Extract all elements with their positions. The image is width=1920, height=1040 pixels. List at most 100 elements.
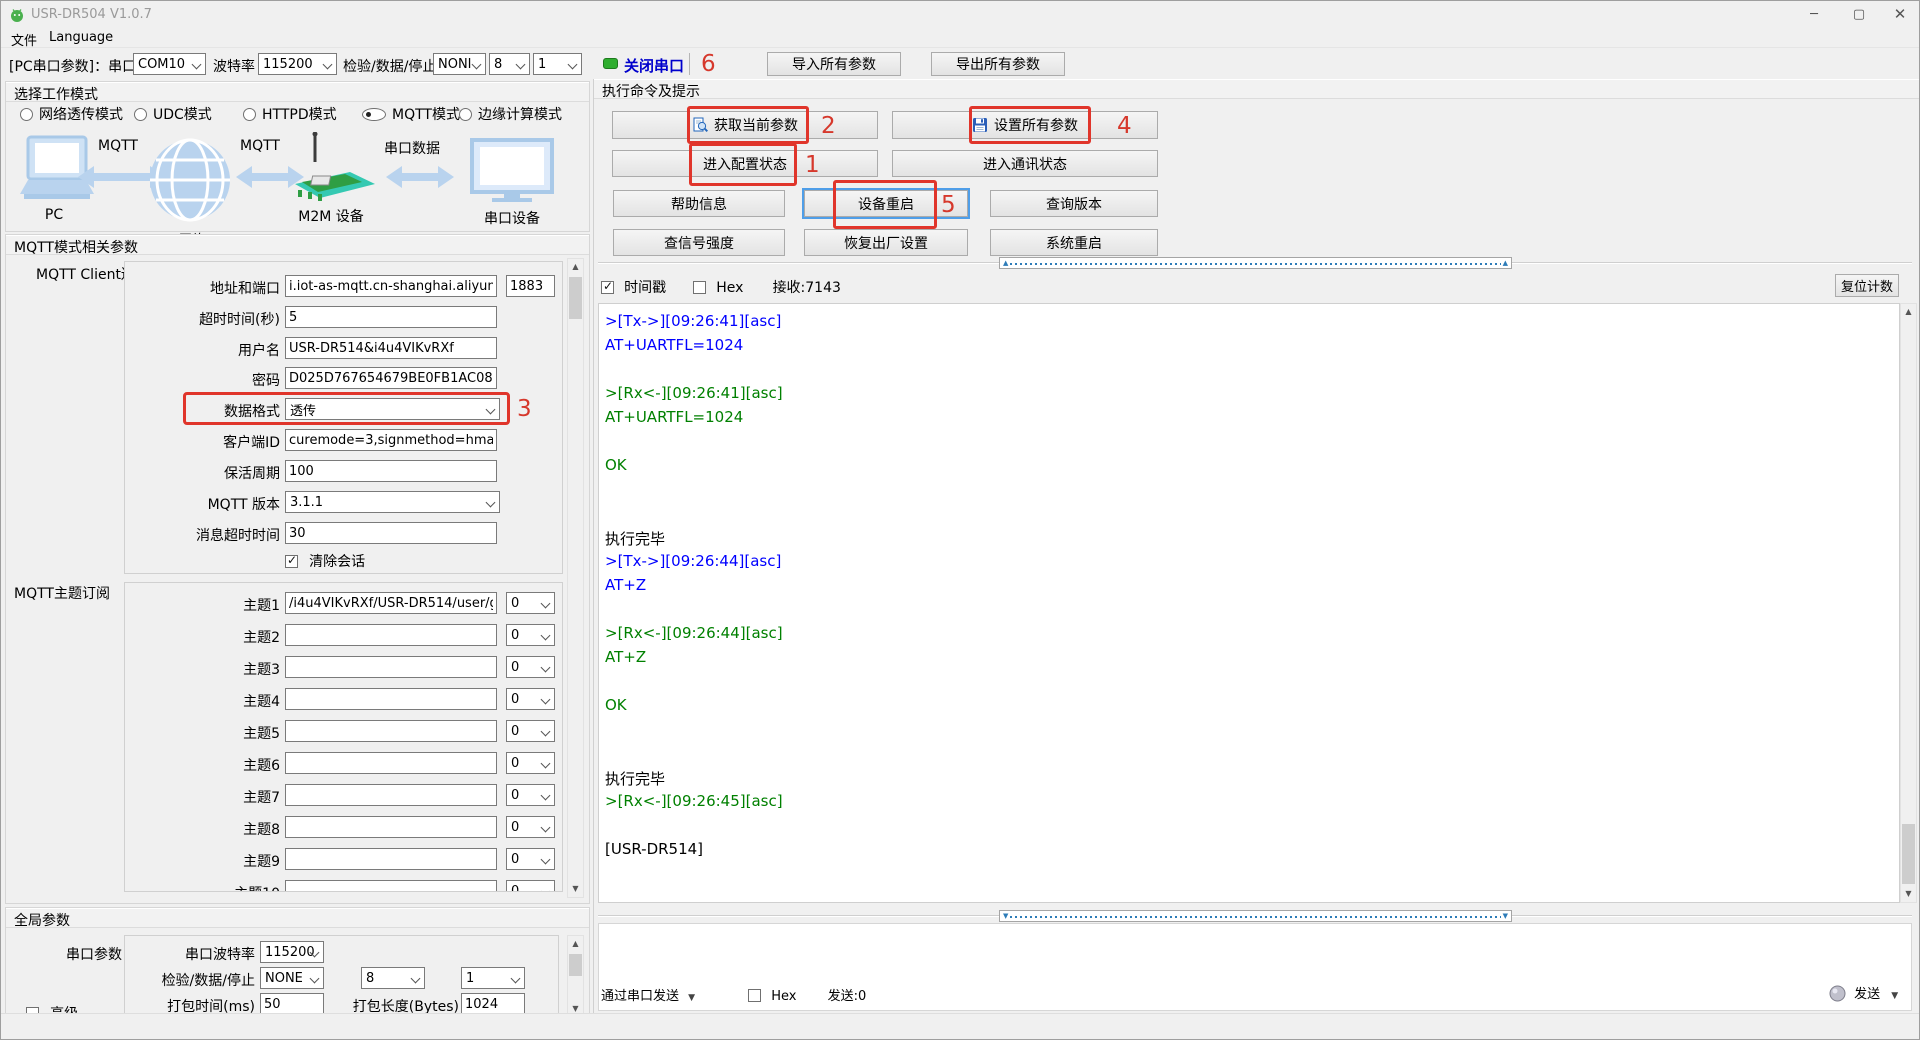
topic-input[interactable] xyxy=(285,880,497,891)
topic-qos-select[interactable]: 0 xyxy=(506,720,555,742)
global-parity-select[interactable]: NONE xyxy=(260,967,324,989)
scroll-left-icon[interactable]: ▲ xyxy=(1003,259,1008,267)
topic-qos-select[interactable]: 0 xyxy=(506,784,555,806)
scrollbar-thumb[interactable] xyxy=(1902,824,1915,884)
scroll-right-icon[interactable]: ▼ xyxy=(1503,912,1508,920)
workmode-option-1[interactable]: 网络透传模式 xyxy=(20,104,123,124)
help-info-button[interactable]: 帮助信息 xyxy=(613,190,785,217)
scrollbar-thumb[interactable] xyxy=(569,277,582,319)
close-button[interactable]: ✕ xyxy=(1883,1,1917,28)
topic-qos-value: 0 xyxy=(511,659,520,675)
chevron-down-icon[interactable]: ▼ xyxy=(1891,991,1898,1001)
send-via-dropdown[interactable]: 通过串口发送 xyxy=(601,989,679,1004)
rx-hex-checkbox[interactable] xyxy=(693,281,707,294)
scroll-up-icon[interactable]: ▲ xyxy=(568,936,583,952)
factory-reset-button[interactable]: 恢复出厂设置 xyxy=(804,229,968,256)
button-label: 系统重启 xyxy=(1046,235,1102,252)
minimize-button[interactable]: ─ xyxy=(1797,1,1831,28)
topic-qos-select[interactable]: 0 xyxy=(506,688,555,710)
data-format-select[interactable]: 透传 xyxy=(285,398,500,420)
reset-count-button[interactable]: 复位计数 xyxy=(1835,274,1899,297)
password-input[interactable] xyxy=(285,367,497,389)
com-port-select[interactable]: COM10 xyxy=(133,53,206,75)
enter-comm-mode-button[interactable]: 进入通讯状态 xyxy=(892,150,1158,177)
mqtt-port-input[interactable] xyxy=(506,275,555,297)
log-top-scrollbar[interactable]: ▲ ▲ xyxy=(999,257,1512,269)
device-restart-button[interactable]: 设备重启 5 xyxy=(804,180,968,229)
import-params-button[interactable]: 导入所有参数 xyxy=(767,52,901,76)
topic-qos-select[interactable]: 0 xyxy=(506,624,555,646)
timeout-input[interactable] xyxy=(285,306,497,328)
chevron-down-icon xyxy=(540,726,551,737)
maximize-button[interactable]: ▢ xyxy=(1842,1,1876,28)
topic-input[interactable] xyxy=(285,816,497,838)
username-input[interactable] xyxy=(285,337,497,359)
mqtt-panel-scrollbar[interactable]: ▲ ▼ xyxy=(567,258,584,898)
export-params-button[interactable]: 导出所有参数 xyxy=(931,52,1065,76)
mqtt-version-select[interactable]: 3.1.1 xyxy=(285,491,500,513)
global-panel-scrollbar[interactable]: ▲ ▼ xyxy=(567,935,584,1018)
scroll-up-icon[interactable]: ▲ xyxy=(568,259,583,275)
global-stopbits-select[interactable]: 1 xyxy=(461,967,525,989)
workmode-option-2[interactable]: UDC模式 xyxy=(134,104,212,124)
receive-options-row: 时间戳 Hex 接收:7143 xyxy=(601,277,841,297)
topic-qos-select[interactable]: 0 xyxy=(506,880,555,891)
topic-input[interactable] xyxy=(285,720,497,742)
sent-count-label: 发送:0 xyxy=(827,989,867,1004)
client-id-input[interactable] xyxy=(285,429,497,451)
global-databits-select[interactable]: 8 xyxy=(361,967,425,989)
timestamp-checkbox[interactable] xyxy=(601,279,614,294)
databits-select[interactable]: 8 xyxy=(489,53,530,75)
baud-select[interactable]: 115200 xyxy=(258,53,337,75)
msg-timeout-input[interactable] xyxy=(285,522,497,544)
close-serial-button[interactable]: 关闭串口 xyxy=(624,55,684,76)
clean-session-checkbox[interactable] xyxy=(285,553,298,568)
topic-qos-select[interactable]: 0 xyxy=(506,592,555,614)
log-bottom-scrollbar[interactable]: ▼ ▼ xyxy=(999,910,1512,922)
system-restart-button[interactable]: 系统重启 xyxy=(990,229,1158,256)
query-signal-button[interactable]: 查信号强度 xyxy=(613,229,785,256)
mqtt-address-input[interactable] xyxy=(285,275,497,297)
send-button[interactable]: 发送 ▼ xyxy=(1829,983,1898,1007)
stopbits-select[interactable]: 1 xyxy=(533,53,582,75)
topic-qos-select[interactable]: 0 xyxy=(506,752,555,774)
menu-item-language[interactable]: Language xyxy=(49,30,113,45)
parity-select[interactable]: NONI xyxy=(433,53,486,75)
topic-input[interactable] xyxy=(285,624,497,646)
tx-hex-checkbox[interactable] xyxy=(748,989,762,1002)
keepalive-input[interactable] xyxy=(285,460,497,482)
set-all-params-button[interactable]: 设置所有参数 4 xyxy=(892,106,1158,144)
scroll-down-icon[interactable]: ▼ xyxy=(1901,886,1916,902)
topic-qos-select[interactable]: 0 xyxy=(506,656,555,678)
topic-input[interactable] xyxy=(285,784,497,806)
topic-input[interactable] xyxy=(285,752,497,774)
topic-input[interactable] xyxy=(285,656,497,678)
packlen-input[interactable] xyxy=(461,993,525,1015)
chevron-down-icon[interactable]: ▼ xyxy=(688,993,695,1003)
scrollbar-thumb[interactable] xyxy=(569,954,582,976)
log-line: >[Tx->][09:26:41][asc] xyxy=(605,312,782,330)
get-current-params-button[interactable]: 获取当前参数 2 xyxy=(612,106,878,144)
enter-config-mode-button[interactable]: 进入配置状态 1 xyxy=(612,143,878,186)
packtime-input[interactable] xyxy=(260,993,324,1015)
topic-input[interactable] xyxy=(285,688,497,710)
button-label: 帮助信息 xyxy=(671,196,727,213)
topic-row: 主题10 0 xyxy=(125,880,562,891)
workmode-option-5[interactable]: 边缘计算模式 xyxy=(459,104,562,124)
log-scrollbar[interactable]: ▲ ▼ xyxy=(1900,303,1917,903)
workmode-option-3[interactable]: HTTPD模式 xyxy=(243,104,337,124)
query-version-button[interactable]: 查询版本 xyxy=(990,190,1158,217)
scroll-left-icon[interactable]: ▼ xyxy=(1003,912,1008,920)
workmode-option-4[interactable]: MQTT模式 xyxy=(362,104,460,124)
log-output[interactable]: >[Tx->][09:26:41][asc] AT+UARTFL=1024 >[Rx… xyxy=(598,303,1900,903)
topic-input[interactable] xyxy=(285,848,497,870)
topic-qos-select[interactable]: 0 xyxy=(506,848,555,870)
global-baud-select[interactable]: 115200 xyxy=(260,941,324,963)
scroll-right-icon[interactable]: ▲ xyxy=(1503,259,1508,267)
scroll-up-icon[interactable]: ▲ xyxy=(1901,304,1916,320)
topic-input[interactable] xyxy=(285,592,497,614)
topic-qos-select[interactable]: 0 xyxy=(506,816,555,838)
global-parity-value: NONE xyxy=(265,970,303,986)
scroll-down-icon[interactable]: ▼ xyxy=(568,881,583,897)
